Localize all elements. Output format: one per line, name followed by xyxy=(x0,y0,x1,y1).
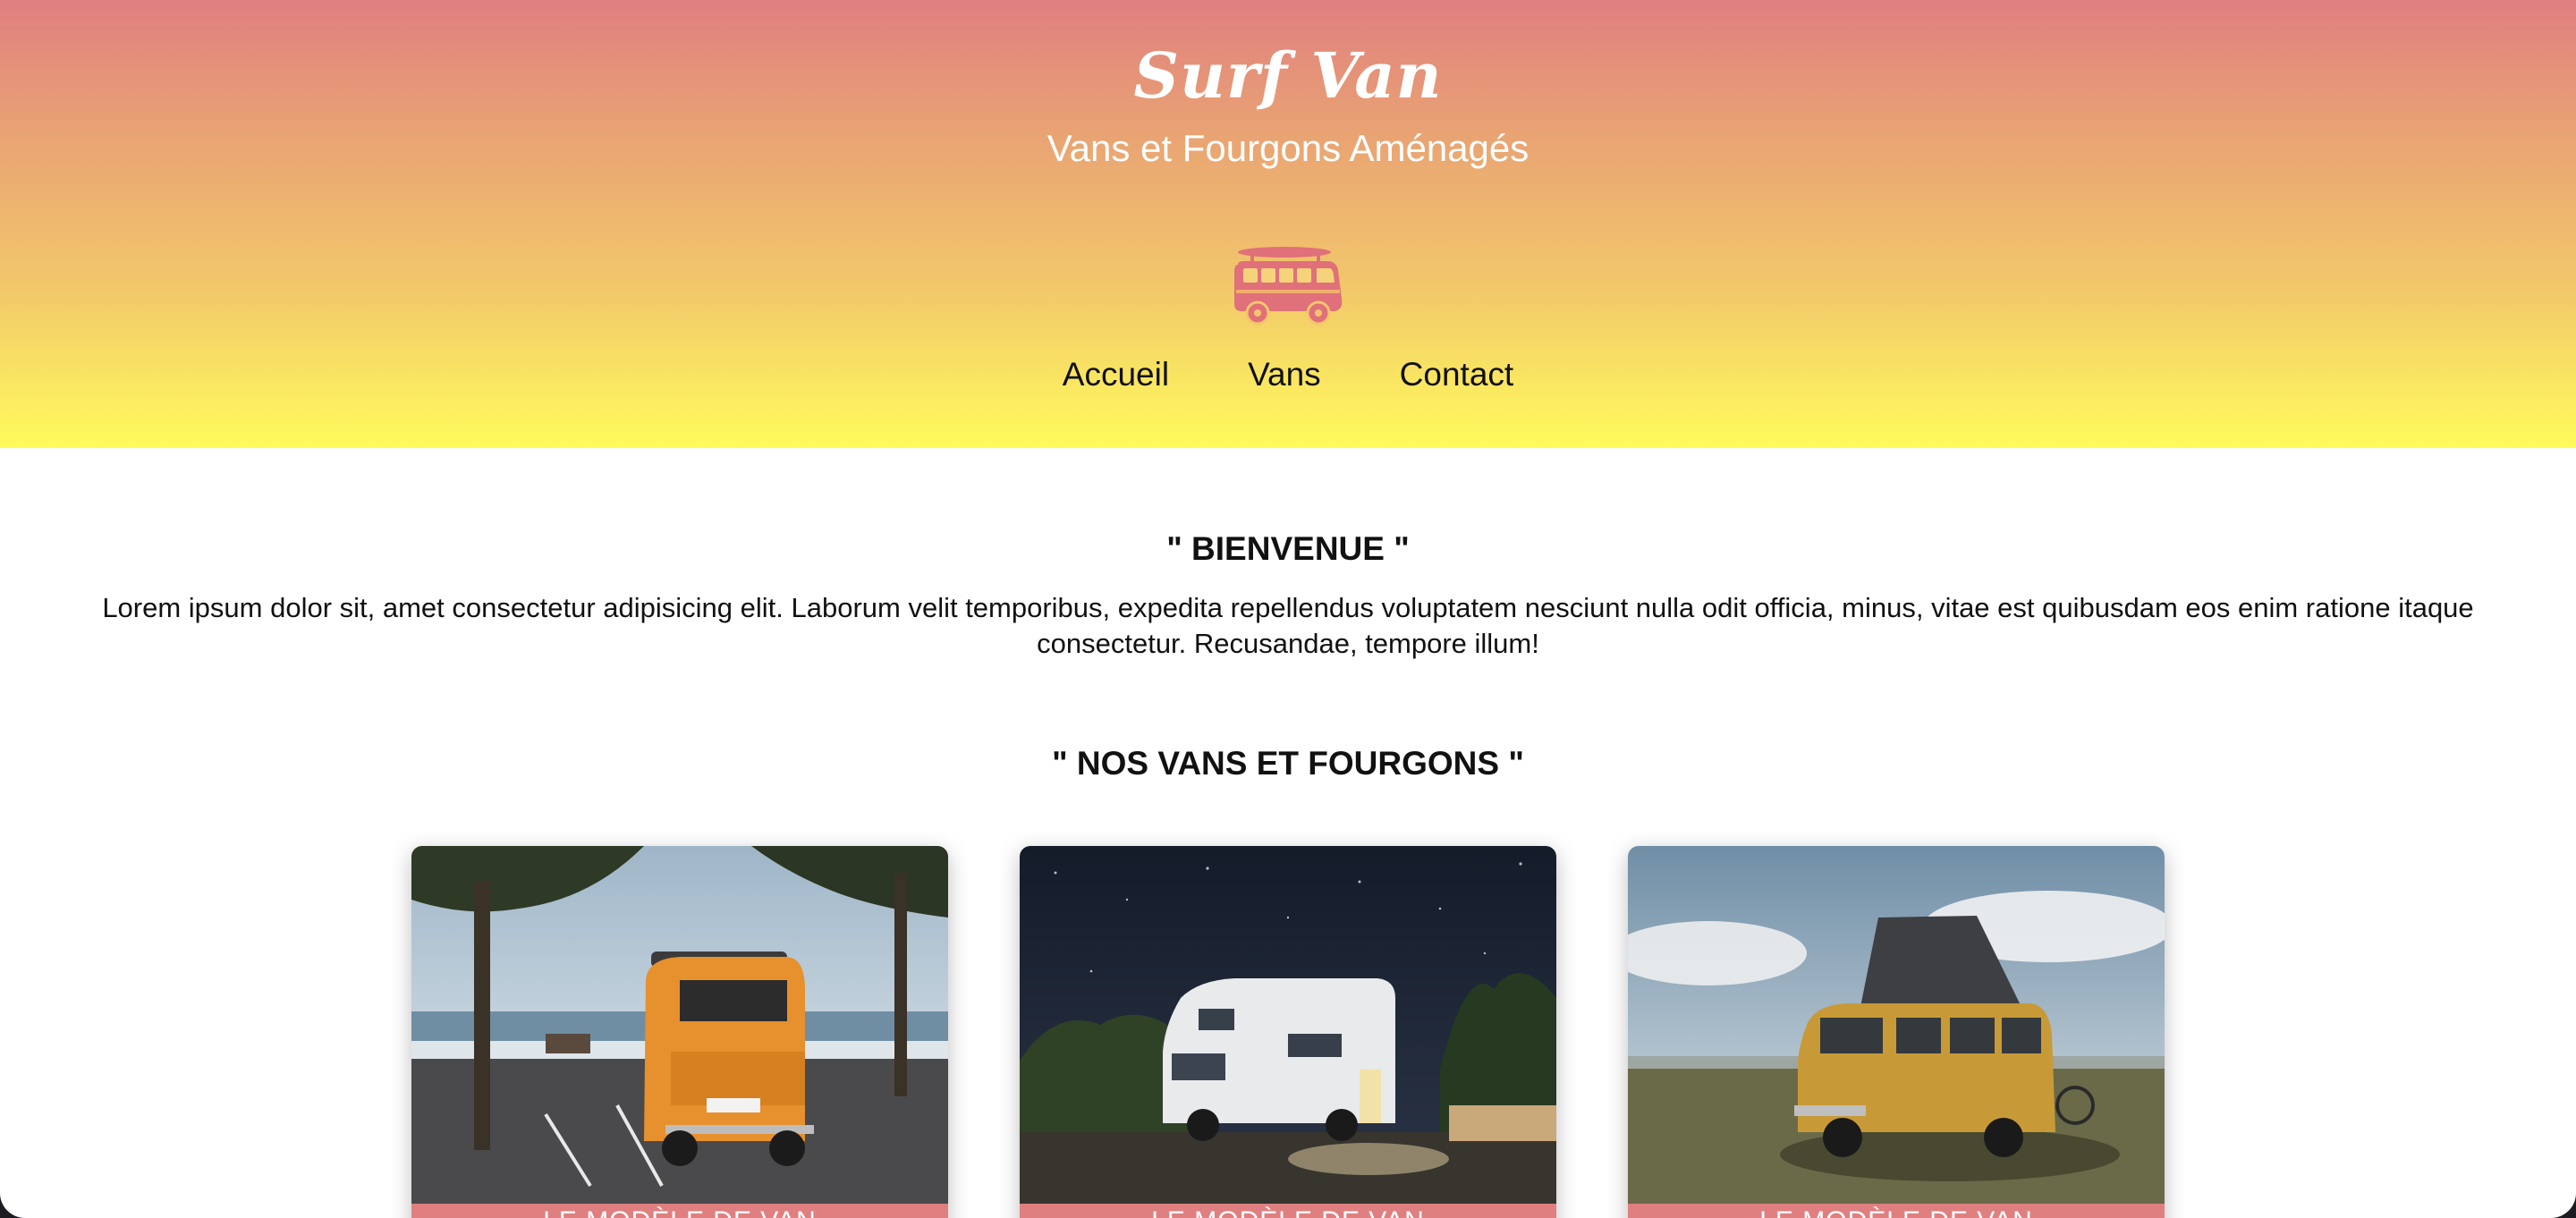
browser-viewport: Surf Van Vans et Fourgons Aménagés Accue xyxy=(0,0,2576,1218)
welcome-text: Lorem ipsum dolor sit, amet consectetur … xyxy=(102,592,2474,659)
van-with-surfboard-icon xyxy=(1234,247,1343,326)
site-tagline: Vans et Fourgons Aménagés xyxy=(1046,127,1530,169)
van-card-caption: LE MODÈLE DE VAN xyxy=(411,1204,948,1218)
van-card[interactable]: LE MODÈLE DE VAN xyxy=(1020,846,1556,1218)
main-nav: Accueil Vans Contact xyxy=(0,352,2576,397)
van-card[interactable]: LE MODÈLE DE VAN xyxy=(411,846,948,1218)
nav-link-vans[interactable]: Vans xyxy=(1248,352,1321,397)
hero-header: Surf Van Vans et Fourgons Aménagés Accue xyxy=(0,0,2576,448)
nav-link-accueil[interactable]: Accueil xyxy=(1063,352,1169,397)
van-card-caption: LE MODÈLE DE VAN xyxy=(1628,1204,2165,1218)
van-photo-beach xyxy=(411,846,948,1204)
nav-link-contact[interactable]: Contact xyxy=(1400,352,1514,397)
vans-section-title: " NOS VANS ET FOURGONS " xyxy=(1052,744,1524,782)
van-card-caption: LE MODÈLE DE VAN xyxy=(1020,1204,1556,1218)
van-card[interactable]: LE MODÈLE DE VAN xyxy=(1628,846,2165,1218)
welcome-title: " BIENVENUE " xyxy=(1166,529,1410,567)
van-photo-field xyxy=(1628,846,2165,1204)
van-photo-night xyxy=(1020,846,1556,1204)
site-brand[interactable]: Surf Van xyxy=(0,36,2576,116)
